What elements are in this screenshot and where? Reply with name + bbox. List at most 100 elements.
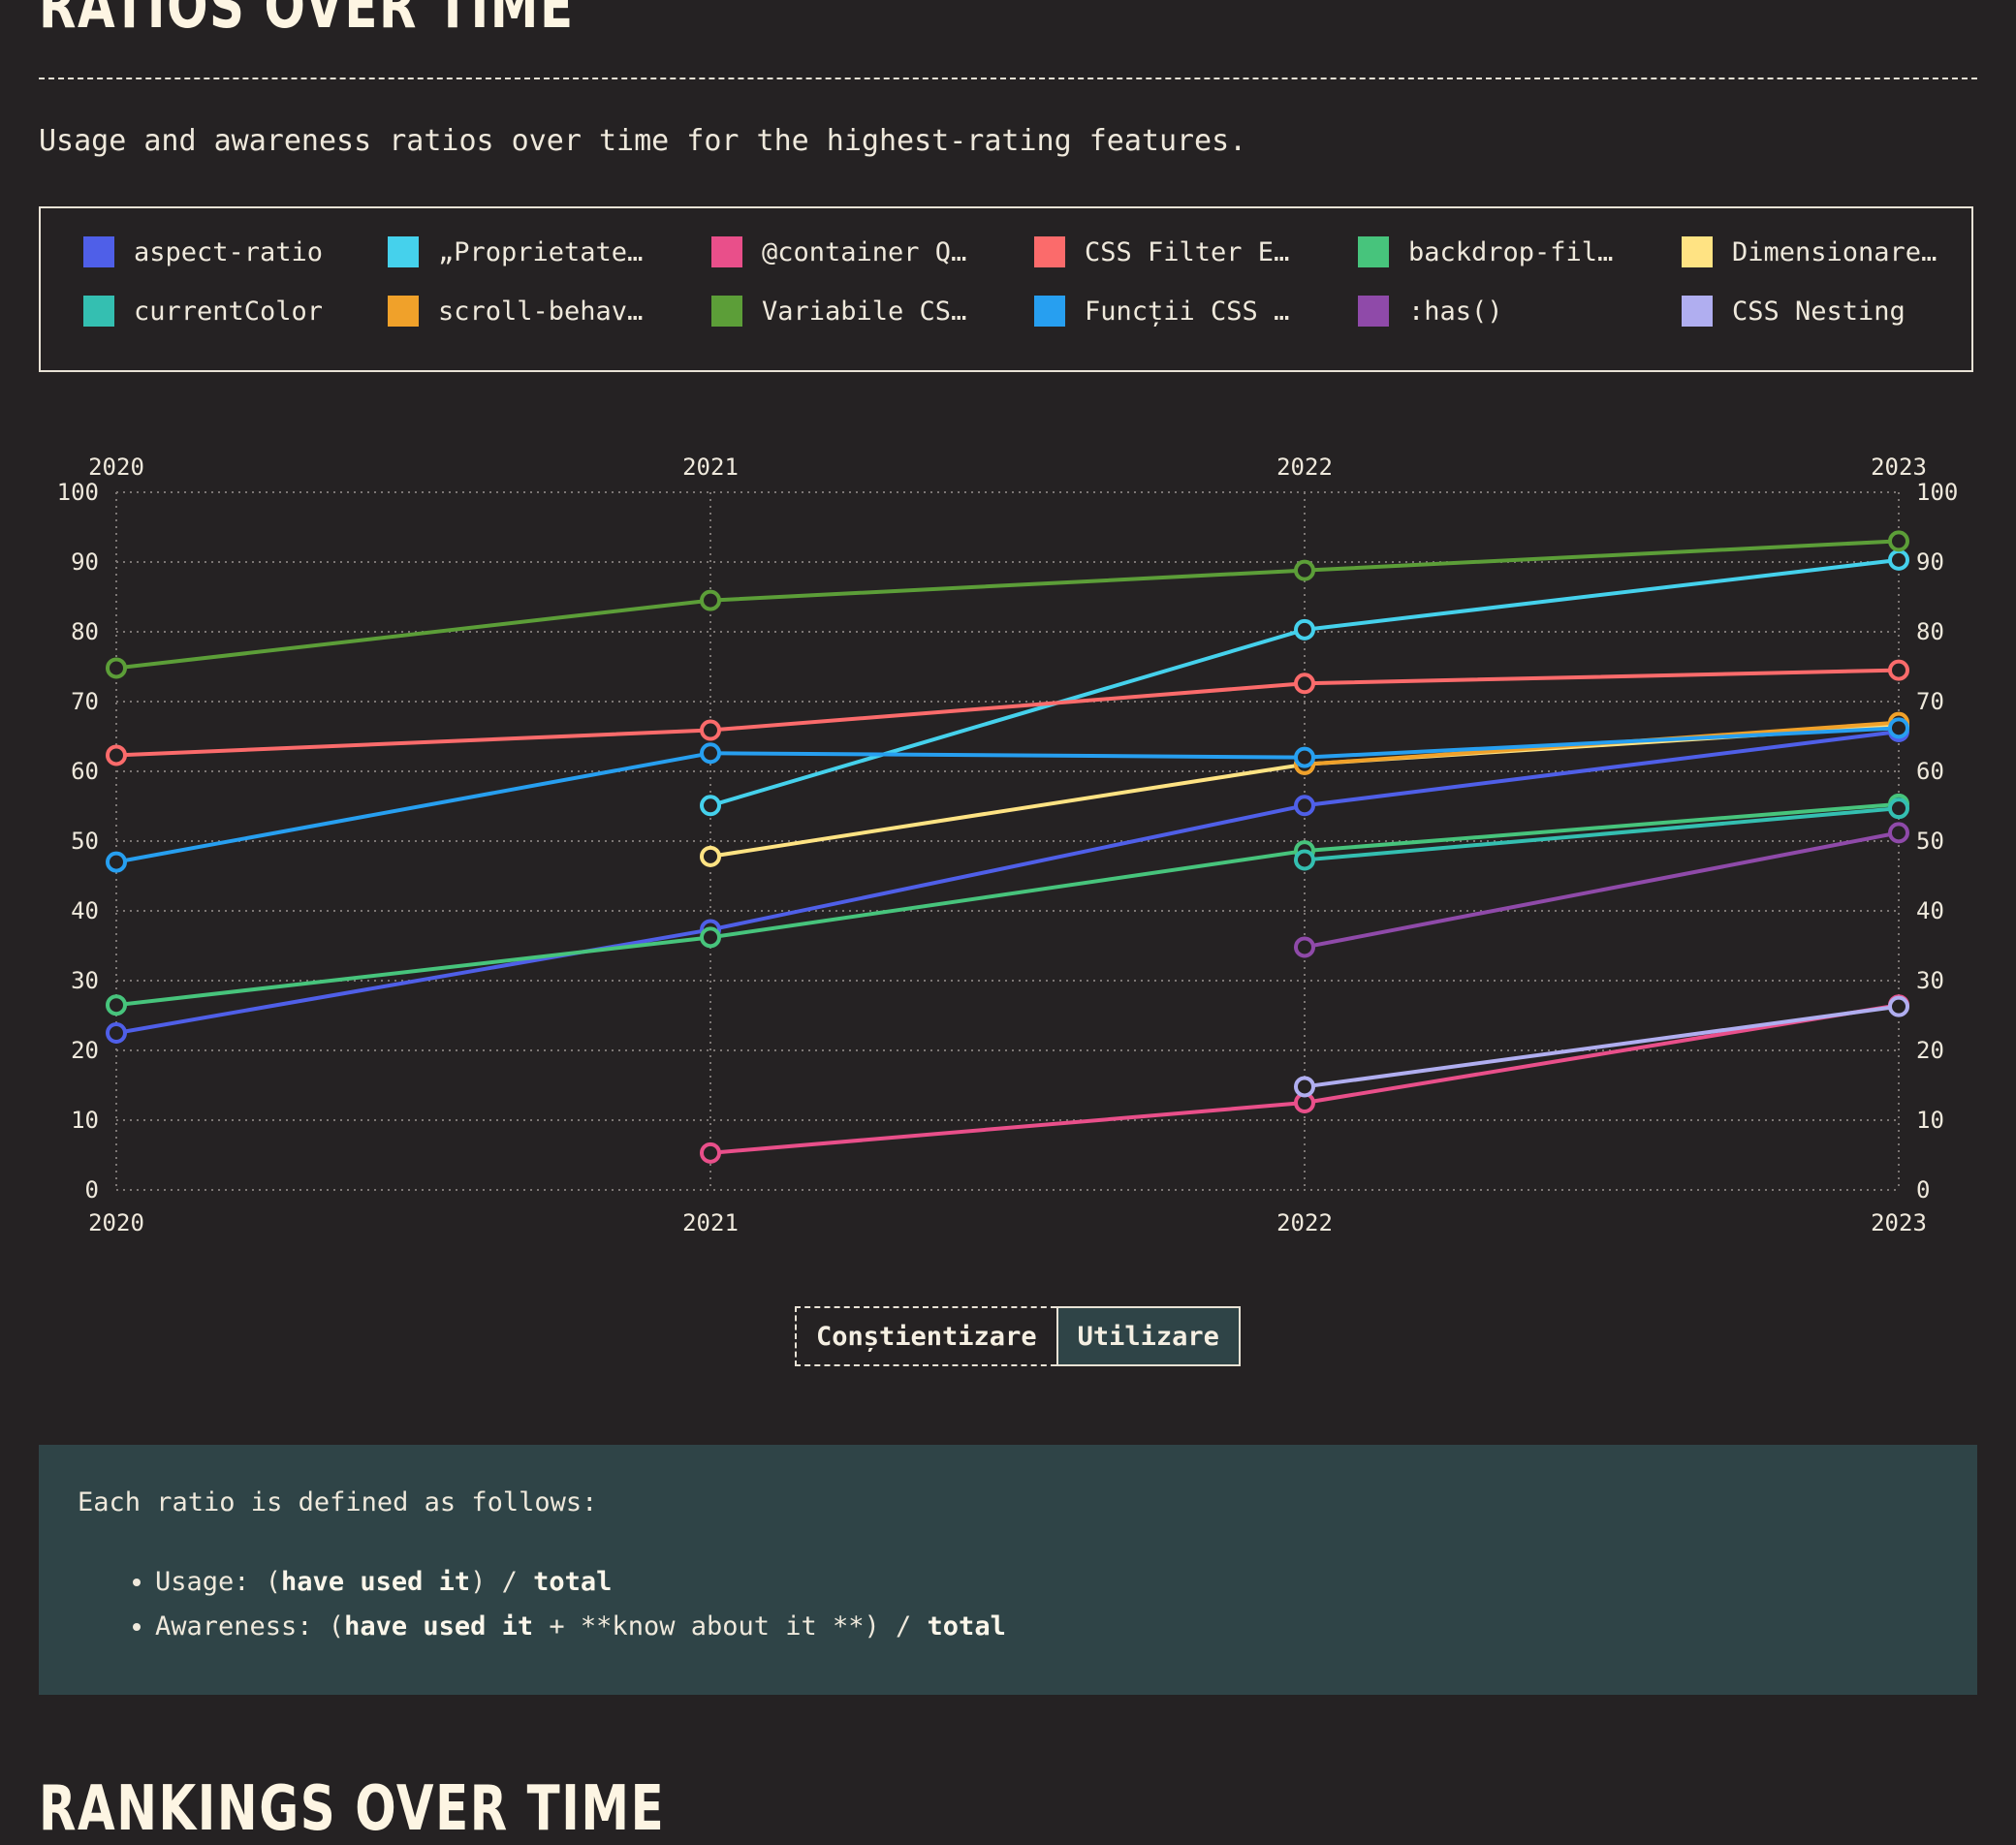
y-tick-label-right: 10 [1916,1107,1944,1134]
data-point [1294,672,1315,695]
usage-total: total [533,1567,613,1597]
legend-item[interactable]: @container Q… [711,233,966,271]
legend-swatch [711,296,742,327]
y-tick-label-left: 70 [71,688,99,715]
data-point [106,851,127,873]
legend-label: Dimensionare… [1732,236,1937,267]
series-line [115,539,1900,671]
legend-swatch [1682,236,1713,267]
y-tick-label-right: 0 [1916,1176,1930,1204]
series-line [1304,830,1900,950]
legend-item[interactable]: aspect-ratio [83,233,323,271]
data-point [1888,797,1909,820]
usage-toggle-button[interactable]: Utilizare [1055,1306,1241,1366]
data-point [1294,795,1315,817]
legend-swatch [1358,236,1389,267]
legend-label: scroll-behav… [438,296,644,327]
data-point [700,589,721,611]
awareness-mid: + **know about it **) / [533,1611,928,1642]
legend-label: Funcții CSS … [1085,296,1290,327]
legend-item[interactable]: currentColor [83,292,323,330]
y-tick-label-right: 80 [1916,618,1944,645]
awareness-definition: Awareness: (have used it + **know about … [155,1605,1938,1649]
data-point [1888,530,1909,552]
legend-swatch [1358,296,1389,327]
legend-item[interactable]: Variabile CS… [711,292,966,330]
y-tick-label-left: 60 [71,758,99,785]
data-point [700,926,721,949]
data-point [1888,659,1909,681]
y-tick-label-right: 30 [1916,967,1944,994]
y-tick-label-right: 100 [1916,479,1958,506]
x-tick-label-top: 2020 [88,453,144,481]
awareness-prefix: Awareness: ( [155,1611,345,1642]
data-point [106,657,127,679]
legend-swatch [388,236,419,267]
legend-swatch [83,236,114,267]
x-tick-label-top: 2022 [1276,453,1333,481]
y-tick-label-left: 40 [71,897,99,924]
y-tick-label-right: 70 [1916,688,1944,715]
series-line [115,726,1900,864]
y-tick-label-left: 90 [71,548,99,576]
legend-label: CSS Nesting [1732,296,1906,327]
x-tick-label-top: 2021 [682,453,739,481]
data-point [1294,936,1315,958]
awareness-total: total [927,1611,1006,1642]
legend-item[interactable]: Dimensionare… [1682,233,1937,271]
legend-item[interactable]: Funcții CSS … [1034,292,1289,330]
y-tick-label-left: 30 [71,967,99,994]
series-line [1304,806,1900,862]
series-line [1304,1004,1900,1089]
dashed-divider [39,78,1977,79]
data-point [1294,1076,1315,1098]
legend-swatch [388,296,419,327]
legend-swatch [1034,236,1065,267]
y-tick-label-left: 50 [71,828,99,855]
legend-label: CSS Filter E… [1085,236,1290,267]
legend-item[interactable]: :has() [1358,292,1503,330]
data-point [1294,849,1315,871]
x-tick-label-bottom: 2020 [88,1209,144,1236]
legend-label: aspect-ratio [134,236,324,267]
x-tick-label-top: 2023 [1871,453,1927,481]
x-tick-label-bottom: 2023 [1871,1209,1927,1236]
legend-label: „Proprietate… [438,236,644,267]
legend-item[interactable]: CSS Nesting [1682,292,1906,330]
data-point [700,845,721,867]
legend-swatch [1682,296,1713,327]
legend-label: backdrop-fil… [1408,236,1614,267]
legend-label: currentColor [134,296,324,327]
chart-legend: aspect-ratio „Proprietate… @container Q… CS… [39,206,1973,372]
next-section-heading: RANKINGS OVER TIME [39,1773,666,1845]
data-point [1888,995,1909,1017]
ratio-definition-note: Each ratio is defined as follows: Usage:… [39,1445,1977,1695]
line-chart: 0 010 1020 2030 3040 4050 5060 6070 7080 8090 9010… [57,453,1959,1236]
usage-definition: Usage: (have used it) / total [155,1560,1938,1605]
data-point [700,719,721,741]
legend-label: @container Q… [762,236,967,267]
y-tick-label-left: 80 [71,618,99,645]
data-point [1888,822,1909,844]
data-point [1888,548,1909,571]
data-point [1888,717,1909,739]
y-tick-label-left: 0 [85,1176,99,1204]
usage-have-used: have used it [281,1567,471,1597]
legend-item[interactable]: „Proprietate… [388,233,643,271]
y-tick-label-right: 20 [1916,1037,1944,1064]
data-point [1294,618,1315,641]
usage-mid: ) / [470,1567,534,1597]
legend-item[interactable]: scroll-behav… [388,292,643,330]
legend-label: Variabile CS… [762,296,967,327]
usage-prefix: Usage: ( [155,1567,282,1597]
legend-item[interactable]: CSS Filter E… [1034,233,1289,271]
data-point [700,742,721,765]
legend-item[interactable]: backdrop-fil… [1358,233,1613,271]
series-line [115,801,1900,1008]
ratio-definitions-list: Usage: (have used it) / total Awareness:… [78,1560,1938,1649]
y-tick-label-right: 60 [1916,758,1944,785]
y-tick-label-right: 50 [1916,828,1944,855]
data-point [700,795,721,817]
x-tick-label-bottom: 2022 [1276,1209,1333,1236]
awareness-toggle-button[interactable]: Conștientizare [795,1306,1056,1366]
